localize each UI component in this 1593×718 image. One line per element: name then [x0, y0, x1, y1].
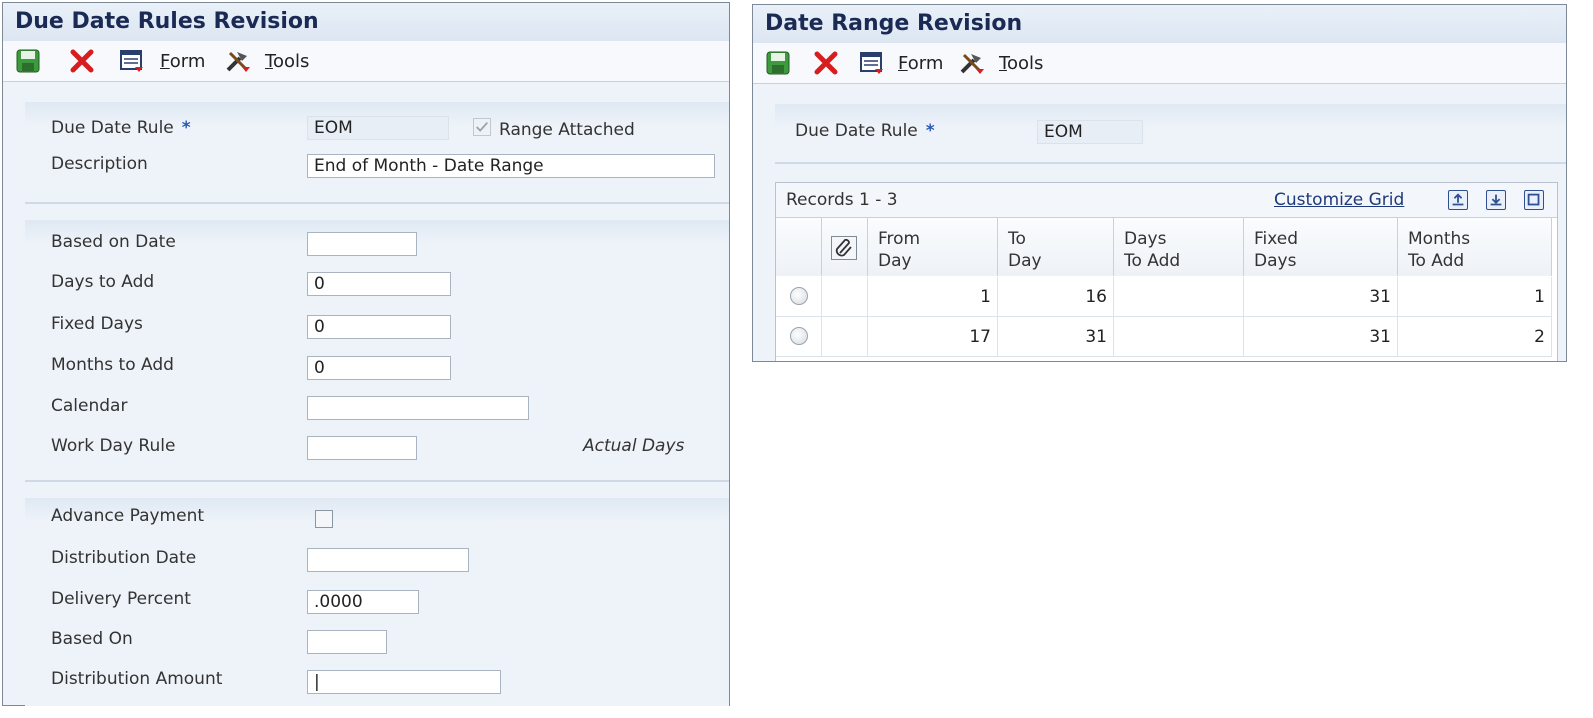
days-to-add-field[interactable]: 0 — [307, 272, 451, 296]
range-attached-checkbox — [473, 118, 491, 136]
due-date-rules-window: Due Date Rules Revision Form Tools Due D… — [2, 2, 730, 706]
based-on-field[interactable] — [307, 630, 387, 654]
days-to-add-cell[interactable] — [1114, 317, 1244, 357]
cancel-icon[interactable] — [813, 50, 839, 76]
description-label: Description — [51, 154, 148, 174]
description-field[interactable]: End of Month - Date Range — [307, 154, 715, 178]
attachment-cell — [822, 317, 868, 357]
distribution-amount-label: Distribution Amount — [51, 669, 223, 689]
form-menu[interactable]: Form — [898, 53, 943, 74]
import-icon[interactable] — [1486, 190, 1506, 210]
delivery-percent-label: Delivery Percent — [51, 589, 191, 609]
to-day-cell[interactable]: 16 — [998, 277, 1114, 317]
due-date-rule-field: EOM — [1037, 120, 1143, 144]
divider — [775, 162, 1566, 164]
window-title: Due Date Rules Revision — [3, 3, 729, 42]
distribution-date-field[interactable] — [307, 548, 469, 572]
based-on-date-field[interactable] — [307, 232, 417, 256]
from-day-column-header[interactable]: From Day — [868, 218, 998, 276]
due-date-rule-field: EOM — [307, 116, 449, 140]
actual-days-text: Actual Days — [583, 436, 685, 456]
months-to-add-cell[interactable]: 1 — [1398, 277, 1552, 317]
work-day-rule-label: Work Day Rule — [51, 436, 176, 456]
to-day-column-header[interactable]: To Day — [998, 218, 1114, 276]
from-day-cell[interactable]: 1 — [868, 277, 998, 317]
paperclip-icon[interactable] — [831, 236, 857, 260]
advance-payment-checkbox[interactable] — [315, 510, 333, 528]
tools-menu[interactable]: Tools — [999, 53, 1043, 74]
from-day-cell[interactable]: 17 — [868, 317, 998, 357]
form-menu[interactable]: Form — [160, 51, 205, 72]
maximize-grid-icon[interactable] — [1524, 190, 1544, 210]
form-body: Due Date Rule * EOM Records 1 - 3 Customi… — [753, 84, 1566, 361]
tools-menu[interactable]: Tools — [265, 51, 309, 72]
days-to-add-label: Days to Add — [51, 272, 155, 292]
fixed-days-cell[interactable]: 31 — [1244, 317, 1398, 357]
window-title: Date Range Revision — [753, 5, 1566, 44]
row-radio-button[interactable] — [790, 327, 808, 345]
attachment-cell — [822, 277, 868, 317]
advance-payment-label: Advance Payment — [51, 506, 205, 526]
months-to-add-cell[interactable]: 2 — [1398, 317, 1552, 357]
form-icon[interactable] — [119, 48, 145, 74]
calendar-label: Calendar — [51, 396, 128, 416]
export-icon[interactable] — [1448, 190, 1468, 210]
attachment-column-header — [822, 218, 868, 276]
fixed-days-field[interactable]: 0 — [307, 315, 451, 339]
work-day-rule-field[interactable] — [307, 436, 417, 460]
save-icon[interactable] — [765, 50, 791, 76]
fixed-days-cell[interactable]: 31 — [1244, 277, 1398, 317]
toolbar: Form Tools — [3, 41, 729, 82]
distribution-amount-field[interactable]: | — [307, 670, 501, 694]
months-to-add-column-header[interactable]: Months To Add — [1398, 218, 1552, 276]
date-range-grid: Records 1 - 3 Customize Grid From Day To… — [775, 182, 1558, 361]
delivery-percent-field[interactable]: .0000 — [307, 590, 419, 614]
tools-icon[interactable] — [959, 50, 985, 76]
toolbar: Form Tools — [753, 43, 1566, 84]
records-count: Records 1 - 3 — [786, 190, 898, 210]
cancel-icon[interactable] — [69, 48, 95, 74]
due-date-rule-label: Due Date Rule * — [795, 121, 935, 141]
divider — [25, 202, 729, 204]
fixed-days-label: Fixed Days — [51, 314, 143, 334]
save-icon[interactable] — [15, 48, 41, 74]
based-on-date-label: Based on Date — [51, 232, 176, 252]
fixed-days-column-header[interactable]: Fixed Days — [1244, 218, 1398, 276]
days-to-add-cell[interactable] — [1114, 277, 1244, 317]
range-attached-label: Range Attached — [499, 120, 635, 140]
calendar-field[interactable] — [307, 396, 529, 420]
days-to-add-column-header[interactable]: Days To Add — [1114, 218, 1244, 276]
to-day-cell[interactable]: 31 — [998, 317, 1114, 357]
distribution-date-label: Distribution Date — [51, 548, 197, 568]
date-range-window: Date Range Revision Form Tools Due Date … — [752, 4, 1567, 362]
months-to-add-label: Months to Add — [51, 355, 174, 375]
grid-header-bar: Records 1 - 3 Customize Grid — [776, 183, 1557, 218]
row-radio-button[interactable] — [790, 287, 808, 305]
divider — [25, 480, 729, 482]
form-icon[interactable] — [859, 50, 885, 76]
months-to-add-field[interactable]: 0 — [307, 356, 451, 380]
tools-icon[interactable] — [225, 48, 251, 74]
due-date-rule-label: Due Date Rule * — [51, 118, 191, 138]
based-on-label: Based On — [51, 629, 133, 649]
customize-grid-link[interactable]: Customize Grid — [1274, 190, 1404, 210]
select-column-header — [776, 218, 822, 276]
form-body: Due Date Rule * EOM Range Attached Descri… — [3, 82, 729, 706]
